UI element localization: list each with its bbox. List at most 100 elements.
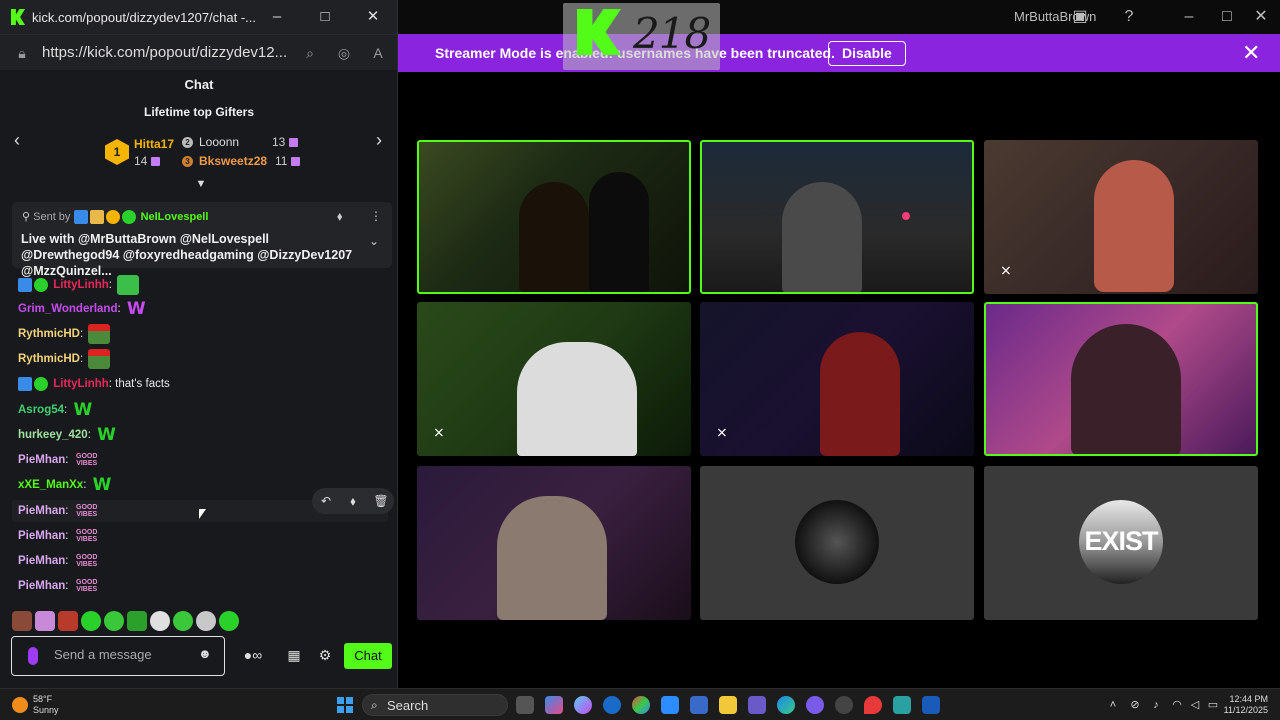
chat-message[interactable]: PieMhan: GOOD VIBES bbox=[18, 550, 99, 572]
chat-message[interactable]: PieMhan: GOOD VIBES bbox=[18, 525, 99, 547]
maximize-button[interactable]: □ bbox=[314, 6, 336, 28]
chevron-left-icon[interactable]: ‹ bbox=[14, 130, 20, 151]
message-username[interactable]: PieMhan bbox=[18, 505, 65, 517]
gifter-name-2[interactable]: Looonn bbox=[199, 135, 239, 149]
message-username[interactable]: Grim_Wonderland bbox=[18, 303, 117, 315]
teams-icon[interactable] bbox=[748, 696, 766, 714]
emote-icon[interactable] bbox=[127, 611, 147, 631]
gifter-name-3[interactable]: Bksweetz28 bbox=[199, 154, 267, 168]
video-tile-6[interactable] bbox=[984, 302, 1258, 456]
emote-icon[interactable] bbox=[219, 611, 239, 631]
message-username[interactable]: LittyLinhh bbox=[53, 279, 109, 291]
expand-chevron-icon[interactable]: ⌄ bbox=[369, 234, 379, 248]
message-username[interactable]: PieMhan bbox=[18, 530, 65, 542]
store-icon[interactable]: ▦ bbox=[285, 646, 303, 664]
maps-icon[interactable] bbox=[864, 696, 882, 714]
chat-message[interactable]: xXE_ManXx: W bbox=[18, 474, 113, 496]
emote-icon[interactable] bbox=[104, 611, 124, 631]
app-icon[interactable] bbox=[893, 696, 911, 714]
emote-icon[interactable] bbox=[35, 611, 55, 631]
message-username[interactable]: LittyLinhh bbox=[53, 378, 109, 390]
video-tile-3[interactable]: ⨯ bbox=[984, 140, 1258, 294]
video-tile-1[interactable] bbox=[417, 140, 691, 294]
copilot-icon[interactable] bbox=[574, 696, 592, 714]
emote-icon[interactable] bbox=[81, 611, 101, 631]
minimize-button[interactable]: – bbox=[266, 6, 288, 28]
collapse-chevron-icon[interactable]: ▼ bbox=[193, 178, 209, 192]
emote-icon[interactable] bbox=[12, 611, 32, 631]
minimize-button[interactable]: – bbox=[1178, 6, 1200, 28]
message-username[interactable]: PieMhan bbox=[18, 555, 65, 567]
app-icon[interactable] bbox=[922, 696, 940, 714]
video-tile-4[interactable]: ⨯ bbox=[417, 302, 691, 456]
weather-widget[interactable]: 58°F Sunny bbox=[33, 694, 59, 716]
tracking-prevention-icon[interactable]: ◎ bbox=[334, 43, 354, 63]
delete-icon[interactable]: 🗑︎ bbox=[372, 492, 390, 510]
close-button[interactable]: ✕ bbox=[1250, 6, 1272, 28]
battery-icon[interactable]: ▭ bbox=[1206, 697, 1220, 713]
maximize-button[interactable]: □ bbox=[1216, 6, 1238, 28]
file-explorer-icon[interactable] bbox=[719, 696, 737, 714]
task-view-icon[interactable] bbox=[516, 696, 534, 714]
help-icon[interactable]: ? bbox=[1118, 6, 1140, 28]
mic-icon[interactable] bbox=[28, 647, 38, 665]
address-bar[interactable]: 🔒︎ https://kick.com/popout/dizzydev12...… bbox=[0, 34, 397, 70]
chat-message[interactable]: PieMhan: GOOD VIBES bbox=[18, 500, 99, 522]
chat-message[interactable]: PieMhan: GOOD VIBES bbox=[18, 575, 99, 597]
mute-tray-icon[interactable]: ⊘ bbox=[1128, 697, 1142, 713]
chat-message[interactable]: PieMhan: GOOD VIBES bbox=[18, 449, 99, 471]
pin-toggle-icon[interactable]: ⬧ bbox=[337, 209, 342, 224]
message-username[interactable]: PieMhan bbox=[18, 454, 65, 466]
edge-icon[interactable] bbox=[777, 696, 795, 714]
pin-message-icon[interactable]: ⬧ bbox=[344, 492, 362, 510]
gifter-name-1[interactable]: Hitta17 bbox=[134, 137, 174, 151]
video-tile-9[interactable]: EXIST bbox=[984, 466, 1258, 620]
taskbar-search[interactable]: ⌕ Search bbox=[362, 694, 508, 716]
zoom-app-icon[interactable] bbox=[661, 696, 679, 714]
chat-message[interactable]: RythmicHD: bbox=[18, 323, 111, 345]
video-tile-2[interactable] bbox=[700, 140, 974, 294]
tray-chevron-icon[interactable]: ˄ bbox=[1106, 697, 1120, 713]
message-username[interactable]: RythmicHD bbox=[18, 328, 80, 340]
chat-input-box[interactable]: ☻ bbox=[11, 636, 225, 676]
send-chat-button[interactable]: Chat bbox=[344, 643, 392, 669]
screen-share-icon[interactable]: ▣ bbox=[1069, 6, 1091, 28]
kicks-icon[interactable]: ●∞ bbox=[236, 646, 270, 664]
lock-icon[interactable]: 🔒︎ bbox=[12, 43, 32, 63]
chrome-icon[interactable] bbox=[632, 696, 650, 714]
banner-close-icon[interactable]: ✕ bbox=[1242, 41, 1260, 65]
chevron-right-icon[interactable]: › bbox=[376, 130, 382, 151]
pinned-sender-name[interactable]: NelLovespell bbox=[141, 211, 209, 223]
chat-message[interactable]: LittyLinhh: bbox=[18, 274, 140, 296]
message-username[interactable]: RythmicHD bbox=[18, 353, 80, 365]
chat-message[interactable]: RythmicHD: bbox=[18, 348, 111, 370]
emote-icon[interactable] bbox=[196, 611, 216, 631]
chat-message[interactable]: Grim_Wonderland: W bbox=[18, 298, 147, 320]
emote-icon[interactable] bbox=[150, 611, 170, 631]
taskbar-clock[interactable]: 12:44 PM 11/12/2025 bbox=[1222, 694, 1268, 716]
emote-icon[interactable] bbox=[58, 611, 78, 631]
wifi-icon[interactable]: ◠ bbox=[1170, 697, 1184, 713]
video-tile-5[interactable]: ⨯ bbox=[700, 302, 974, 456]
emoji-icon[interactable]: ☻ bbox=[198, 647, 212, 661]
reply-icon[interactable]: ↶ bbox=[317, 492, 335, 510]
url-text[interactable]: https://kick.com/popout/dizzydev12... bbox=[42, 44, 287, 61]
video-tile-8[interactable] bbox=[700, 466, 974, 620]
zoom-icon[interactable]: ⌕ bbox=[300, 43, 320, 63]
settings-gear-icon[interactable]: ⚙ bbox=[316, 646, 334, 664]
emote-icon[interactable] bbox=[173, 611, 193, 631]
mic-tray-icon[interactable]: ♪ bbox=[1149, 697, 1163, 713]
more-options-icon[interactable]: ⋮ bbox=[370, 209, 382, 223]
chat-message[interactable]: hurkeey_420: W bbox=[18, 424, 117, 446]
windows-start-icon[interactable] bbox=[337, 697, 353, 713]
store-app-icon[interactable] bbox=[690, 696, 708, 714]
widgets-icon[interactable] bbox=[545, 696, 563, 714]
message-username[interactable]: PieMhan bbox=[18, 580, 65, 592]
chat-message[interactable]: Asrog54: W bbox=[18, 399, 93, 421]
read-aloud-icon[interactable]: A bbox=[368, 43, 388, 63]
discord-icon[interactable] bbox=[806, 696, 824, 714]
message-username[interactable]: hurkeey_420 bbox=[18, 429, 88, 441]
weather-icon[interactable] bbox=[12, 697, 28, 713]
close-button[interactable]: ✕ bbox=[362, 6, 384, 28]
hp-icon[interactable] bbox=[603, 696, 621, 714]
